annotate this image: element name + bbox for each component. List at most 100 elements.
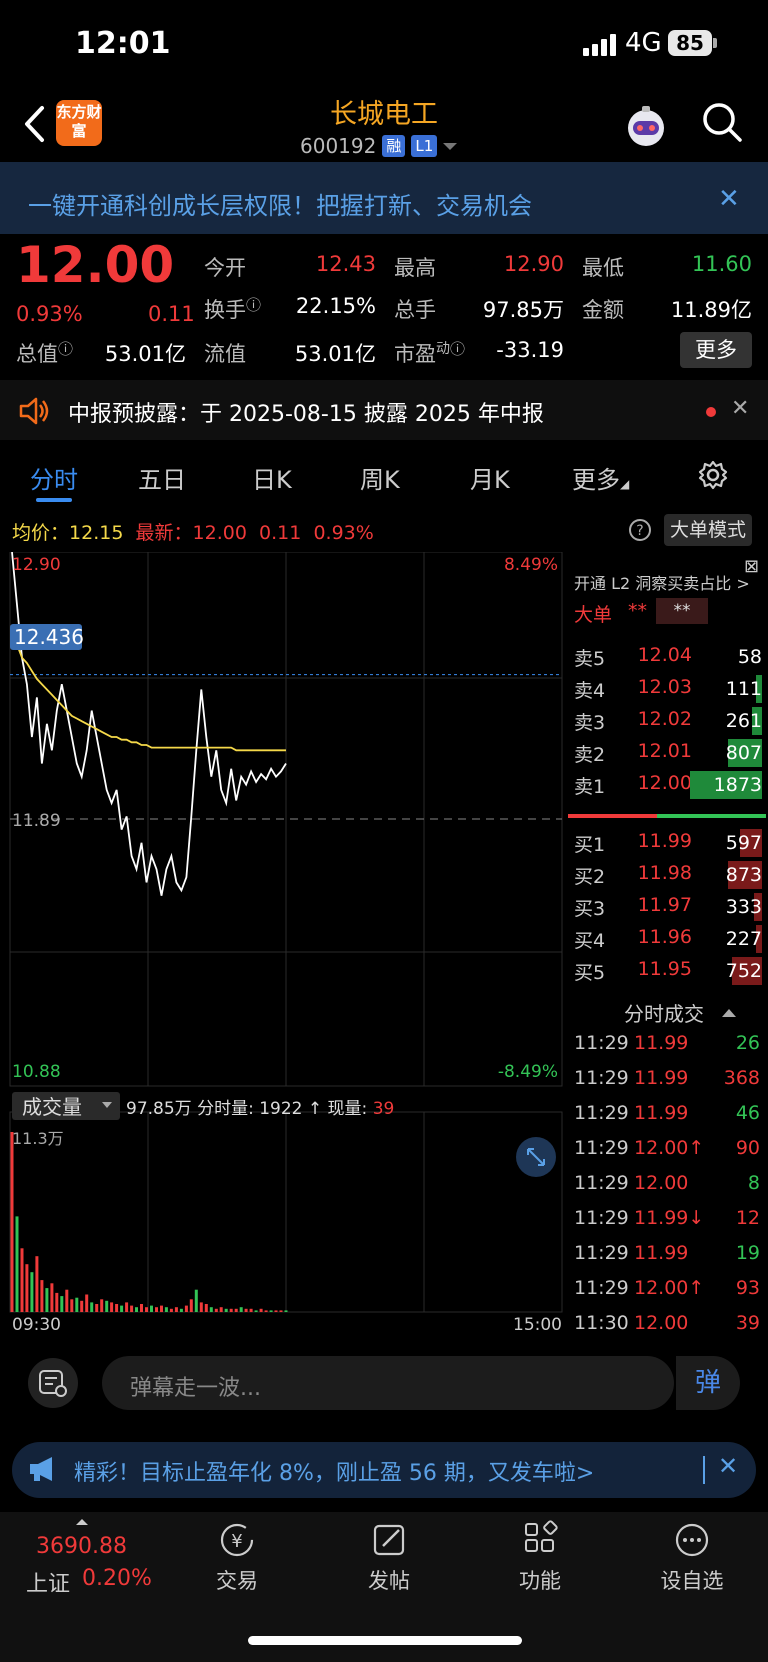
volume-bar [145,1307,148,1312]
volume-label: 总手 [394,298,436,322]
tab-intraday[interactable]: 分时 [30,460,78,495]
stock-code-row[interactable]: 600192 融 L1 [300,134,458,158]
volume-bar [209,1307,213,1312]
volume-bar [90,1302,94,1312]
turnover-label[interactable]: 换手ⓘ [204,294,261,324]
volume-bar [150,1305,153,1312]
volume-bar [279,1310,283,1312]
big-order-mode-button[interactable]: 大单模式 [664,514,752,546]
orderbook-asks-volume: 261 [690,707,762,735]
volume-bar [70,1299,74,1312]
tab-five-day[interactable]: 五日 [138,460,186,495]
orderbook-bids-price[interactable]: 11.95 [630,958,692,980]
volume-bar [75,1297,79,1312]
tick-price: 11.99 [634,1102,689,1124]
robot-assistant-icon[interactable] [622,104,670,152]
notice-text[interactable]: 中报预披露：于 2025-08-15 披露 2025 年中报 [68,396,544,428]
low-label: 最低 [582,256,624,280]
compose-icon [373,1524,405,1556]
tab-active-indicator [36,498,72,502]
orderbook-asks-price[interactable]: 12.04 [630,644,692,666]
volume-bar [20,1248,24,1312]
tick-volume: 93 [735,1277,760,1299]
settings-gear-icon[interactable] [698,460,728,490]
tab-monthly-k[interactable]: 月K [470,460,510,495]
buy-sell-ratio-bar [568,814,766,818]
nav-functions[interactable]: 功能 [485,1520,595,1595]
orderbook-bids-price[interactable]: 11.97 [630,894,692,916]
turnover-value: 22.15% [295,294,376,318]
x-start-label: 09:30 [12,1315,61,1335]
float-value: 53.01亿 [294,342,376,366]
tab-more[interactable]: 更多◢ [572,460,629,495]
price-line [11,552,287,896]
orderbook-asks-price[interactable]: 12.03 [630,676,692,698]
banner-close-icon[interactable]: ✕ [718,184,740,214]
volume-bar [15,1216,19,1312]
tick-volume: 46 [735,1102,760,1124]
volume-bar [55,1292,59,1312]
notice-close-icon[interactable]: ✕ [731,396,749,421]
y-mid-label: 11.89 [12,811,61,831]
mktcap-label[interactable]: 总值ⓘ [16,338,73,368]
index-value[interactable]: 3690.88 [36,1534,127,1559]
nav-trade[interactable]: ¥ 交易 [182,1520,292,1595]
nav-post[interactable]: 发帖 [334,1520,444,1595]
index-name[interactable]: 上证 [26,1566,70,1598]
orderbook-bids-price[interactable]: 11.98 [630,862,692,884]
volume-bar [95,1304,99,1312]
amount-label: 金额 [582,298,624,322]
tick-price: 12.00↑ [634,1277,705,1299]
grid-apps-icon [525,1520,558,1552]
last-price: 12.00 [16,236,175,294]
l2-upgrade-link[interactable]: 开通 L2 洞察买卖占比 > [574,570,750,594]
chart-legend-row: 均价：12.15 最新：12.00 0.11 0.93% [12,522,374,544]
banner-text[interactable]: 一键开通科创成长层权限！把握打新、交易机会 [28,186,532,221]
volume-bar [189,1299,193,1312]
nav-watchlist[interactable]: 设自选 [637,1520,747,1595]
battery-cap [713,38,717,48]
y-max-label: 12.90 [12,555,61,575]
tick-time: 11:29 [574,1207,629,1229]
volume-bar [120,1305,124,1312]
orderbook-bids-volume: 752 [690,957,762,985]
tick-price: 12.00↑ [634,1137,705,1159]
more-button[interactable]: 更多 [680,332,752,368]
tick-time: 11:29 [574,1067,629,1089]
volume-bar [105,1300,109,1312]
tick-list-title[interactable]: 分时成交 [624,998,704,1027]
tick-time: 11:29 [574,1242,629,1264]
float-label: 流值 [204,342,246,366]
danmu-send-button[interactable]: 弹 [676,1356,740,1410]
promo-text[interactable]: 精彩！目标止盈年化 8%，刚止盈 56 期，又发车啦> [74,1455,594,1487]
orderbook-asks-price[interactable]: 12.01 [630,740,692,762]
orderbook-asks-volume: 58 [737,646,762,668]
index-change[interactable]: 0.20% [82,1566,152,1591]
tick-price: 11.99 [634,1242,689,1264]
orderbook-asks-volume: 111 [690,675,762,703]
caret-up-icon[interactable] [76,1518,88,1526]
volume-bar [160,1305,163,1312]
tab-daily-k[interactable]: 日K [252,460,292,495]
help-icon[interactable]: ? [628,518,652,542]
tab-weekly-k[interactable]: 周K [360,460,400,495]
tick-volume: 368 [723,1067,760,1089]
orderbook-asks-price[interactable]: 12.00 [630,772,692,794]
volume-bar [164,1307,168,1312]
tick-volume: 26 [735,1032,760,1054]
info-icon: ⓘ [58,340,74,358]
caret-up-icon[interactable] [722,1008,736,1018]
tick-time: 11:29 [574,1032,629,1054]
volume-bar [219,1307,223,1312]
caret-down-icon [443,143,458,150]
orderbook-bids-price[interactable]: 11.99 [630,830,692,852]
pe-label[interactable]: 市盈动ⓘ [394,338,465,368]
orderbook-asks-price[interactable]: 12.02 [630,708,692,730]
orderbook-asks-label: 卖5 [574,648,606,670]
pe-value: -33.19 [496,338,564,362]
orderbook-bids-price[interactable]: 11.96 [630,926,692,948]
volume-bar [65,1289,69,1312]
promo-close-icon[interactable]: ✕ [718,1452,738,1480]
panel-close-icon[interactable]: ⊠ [744,556,759,577]
search-icon[interactable] [700,100,744,144]
